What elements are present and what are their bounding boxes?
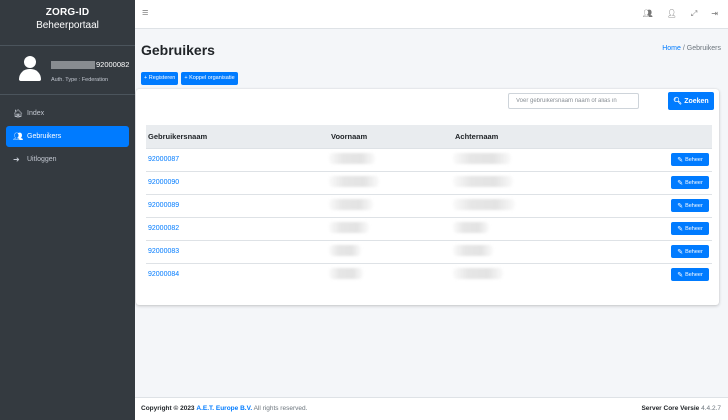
beheer-button[interactable]: ✎ Beheer [671,245,709,258]
user-name[interactable]: 92000082 [51,60,133,71]
redacted-firstname [329,176,379,187]
breadcrumb-current: Gebruikers [686,45,721,52]
fullscreen-icon[interactable]: ⤢ [691,9,697,19]
beheer-button[interactable]: ✎ Beheer [671,222,709,235]
users-icon[interactable]: 👥︎ [643,9,653,19]
breadcrumb-separator: / [682,45,685,52]
company-link[interactable]: A.E.T. Europe B.V. [196,405,252,412]
redacted-firstname [329,222,369,233]
hamburger-menu-icon[interactable]: ≡ [142,7,148,19]
username-link[interactable]: 92000084 [148,271,179,278]
server-version: Server Core Versie 4.4.2.7 [641,405,721,412]
search-input[interactable] [508,93,639,109]
redacted-lastname [453,153,511,164]
user-name-suffix: 92000082 [96,60,130,69]
sidebar-item-label: Gebruikers [27,133,62,140]
user-icon[interactable]: 👤︎ [667,9,677,19]
beheer-button[interactable]: ✎ Beheer [671,153,709,166]
footer: Copyright © 2023 A.E.T. Europe B.V. All … [135,397,728,420]
sidebar-item-uitloggen[interactable]: ➜ Uitloggen [6,149,129,170]
table-row: 92000087 ✎ Beheer [146,147,712,171]
redacted-firstname [329,245,361,256]
beheer-label: Beheer [685,202,703,209]
redacted-lastname [453,268,503,280]
user-panel: 92000082 Auth. Type : Federation [0,46,135,95]
beheer-label: Beheer [685,179,703,186]
edit-icon: ✎ [677,179,684,187]
username-link[interactable]: 92000083 [148,248,179,255]
action-buttons: + Registeren + Koppel organisatie [141,72,238,85]
username-link[interactable]: 92000089 [148,202,179,209]
table-row: 92000090 ✎ Beheer [146,170,712,194]
username-link[interactable]: 92000082 [148,225,179,232]
redacted-firstname [329,268,363,280]
beheer-label: Beheer [685,248,703,255]
copyright: Copyright © 2023 A.E.T. Europe B.V. All … [141,405,307,412]
edit-icon: ✎ [677,156,684,164]
sidebar-item-gebruikers[interactable]: 👥︎ Gebruikers [6,126,129,147]
search-icon: 🔍︎ [673,98,683,105]
beheer-label: Beheer [685,156,703,163]
beheer-label: Beheer [685,271,703,278]
redacted-firstname [329,153,375,164]
brand[interactable]: ZORG-ID Beheerportaal [0,0,135,46]
redacted-name [51,61,95,70]
brand-title: ZORG-ID [45,7,90,18]
version-number: 4.4.2.7 [701,405,721,412]
breadcrumb-home-link[interactable]: Home [662,45,681,52]
table-row: 92000083 ✎ Beheer [146,239,712,263]
sidebar-item-label: Uitloggen [27,156,57,163]
user-auth-type: Auth. Type : Federation [51,77,109,83]
column-header-lastname[interactable]: Achternaam [453,125,611,149]
edit-icon: ✎ [677,248,684,256]
table-header-row: Gebruikersnaam Voornaam Achternaam [146,125,712,149]
beheer-button[interactable]: ✎ Beheer [671,268,709,282]
edit-icon: ✎ [677,271,684,279]
redacted-lastname [453,176,513,187]
rights-text: All rights reserved. [253,405,308,412]
search-button-label: Zoeken [684,97,709,105]
top-icons: 👥︎ 👤︎ ⤢ ⇥ [643,9,718,19]
breadcrumb: Home / Gebruikers [662,45,721,52]
sign-out-icon: ➜ [13,155,20,164]
redacted-lastname [453,222,489,233]
top-navbar: ≡ 👥︎ 👤︎ ⤢ ⇥ [135,0,728,29]
logout-icon[interactable]: ⇥ [711,9,718,19]
edit-icon: ✎ [677,225,684,233]
username-link[interactable]: 92000087 [148,156,179,163]
beheer-button[interactable]: ✎ Beheer [671,176,709,189]
beheer-label: Beheer [685,225,703,232]
beheer-button[interactable]: ✎ Beheer [671,199,709,212]
link-organisation-button[interactable]: + Koppel organisatie [181,72,238,85]
sidebar: ZORG-ID Beheerportaal 92000082 Auth. Typ… [0,0,135,420]
column-header-firstname[interactable]: Voornaam [329,125,453,149]
username-link[interactable]: 92000090 [148,179,179,186]
table-row: 92000089 ✎ Beheer [146,193,712,217]
redacted-lastname [453,245,493,256]
sidebar-nav: 🏠︎ Index 👥︎ Gebruikers ➜ Uitloggen [0,103,135,170]
copyright-prefix: Copyright © 2023 [141,405,195,412]
version-label: Server Core Versie [641,405,700,412]
users-icon: 👥︎ [13,132,24,141]
table-row: 92000084 ✎ Beheer [146,262,712,286]
column-header-username[interactable]: Gebruikersnaam [146,125,329,149]
edit-icon: ✎ [677,202,684,210]
users-card: 🔍︎ Zoeken Gebruikersnaam Voornaam Achter… [136,89,719,305]
avatar-icon [19,56,41,82]
brand-subtitle: Beheerportaal [36,20,99,31]
page-title: Gebruikers [141,42,215,58]
table-row: 92000082 ✎ Beheer [146,216,712,240]
sidebar-item-label: Index [27,110,45,117]
register-button[interactable]: + Registeren [141,72,179,85]
redacted-firstname [329,199,373,210]
redacted-lastname [453,199,515,210]
column-header-actions [611,125,712,149]
users-table: Gebruikersnaam Voornaam Achternaam 92000… [146,125,712,286]
home-icon: 🏠︎ [13,109,24,118]
sidebar-item-index[interactable]: 🏠︎ Index [6,103,129,124]
search-button[interactable]: 🔍︎ Zoeken [668,92,714,110]
